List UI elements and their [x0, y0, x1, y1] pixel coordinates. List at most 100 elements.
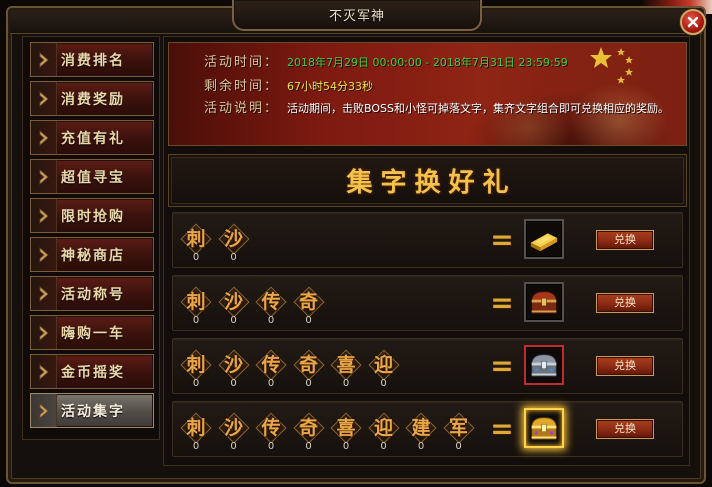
character-glyph: 传	[261, 417, 281, 439]
chevron-right-icon	[31, 277, 57, 310]
character-badge: 沙0	[217, 402, 251, 456]
character-badge: 沙0	[217, 339, 251, 393]
window-title-tab: 不灭军神	[232, 0, 482, 31]
character-badge: 刺0	[179, 213, 213, 267]
character-count: 0	[192, 252, 200, 263]
character-count: 0	[305, 441, 312, 452]
event-description-value: 活动期间，击败BOSS和小怪可掉落文字，集齐文字组合即可兑换相应的奖励。	[287, 102, 669, 115]
sidebar-item-treasure-hunt[interactable]: 超值寻宝	[30, 159, 154, 194]
exchange-row: 刺 0 沙 0 传 0 奇 0 喜 0 迎 0 = 兑换	[172, 338, 683, 394]
golden-treasure-chest-icon	[527, 411, 561, 445]
character-glyph: 喜	[336, 354, 356, 376]
sidebar-item-collect-characters[interactable]: 活动集字	[30, 393, 154, 428]
reward-item-slot[interactable]	[524, 408, 564, 448]
section-title: 集字换好礼	[346, 168, 517, 198]
character-glyph: 传	[261, 354, 281, 376]
sidebar-item-flash-sale[interactable]: 限时抢购	[30, 198, 154, 233]
character-count: 0	[230, 378, 237, 389]
character-badge: 军0	[442, 402, 476, 456]
equals-sign: =	[490, 349, 514, 382]
equals-sign: =	[490, 223, 514, 256]
chevron-right-icon	[31, 43, 57, 76]
close-button[interactable]	[680, 9, 706, 35]
flag-stars-decoration	[590, 47, 633, 84]
sidebar-item-label: 充值有礼	[61, 130, 125, 147]
chevron-right-icon	[31, 316, 57, 349]
sidebar-item-label: 消费奖励	[61, 91, 125, 108]
character-count: 0	[192, 315, 200, 326]
character-badge: 刺0	[179, 276, 213, 330]
exchange-button[interactable]: 兑换	[596, 356, 654, 376]
character-badge: 沙0	[217, 276, 251, 330]
sidebar-item-label: 消费排名	[61, 52, 125, 69]
character-glyph: 沙	[223, 417, 243, 439]
character-badge: 刺0	[179, 339, 213, 393]
remaining-time-label: 剩余时间：	[204, 79, 280, 94]
sidebar-item-recharge-gifts[interactable]: 充值有礼	[30, 120, 154, 155]
exchange-list: 刺 0 沙 0 = 兑换刺 0 沙 0 传 0 奇 0 = 兑换刺 0 沙 0 传 0 奇 0 喜 0 迎 0 = 兑换刺 0 沙 0 传 0 奇…	[172, 212, 683, 457]
reward-item-slot[interactable]	[524, 345, 564, 385]
silver-treasure-chest-icon	[527, 348, 561, 382]
sidebar-item-label: 神秘商店	[61, 247, 125, 264]
sidebar-item-event-titles[interactable]: 活动称号	[30, 276, 154, 311]
sidebar-item-mystery-shop[interactable]: 神秘商店	[30, 237, 154, 272]
exchange-button[interactable]: 兑换	[596, 230, 654, 250]
character-count: 0	[192, 378, 200, 389]
exchange-row: 刺 0 沙 0 传 0 奇 0 = 兑换	[172, 275, 683, 331]
sidebar-item-label: 嗨购一车	[61, 325, 125, 342]
sidebar-item-spending-ranking[interactable]: 消费排名	[30, 42, 154, 77]
exchange-button[interactable]: 兑换	[596, 419, 654, 439]
character-count: 0	[192, 441, 200, 452]
sidebar-item-shopping-spree[interactable]: 嗨购一车	[30, 315, 154, 350]
equals-sign: =	[490, 286, 514, 319]
red-treasure-chest-icon	[527, 285, 561, 319]
sidebar-item-label: 超值寻宝	[61, 169, 125, 186]
character-glyph: 奇	[298, 291, 318, 313]
character-glyph: 传	[261, 291, 281, 313]
chevron-right-icon	[31, 121, 57, 154]
character-badge: 建0	[404, 402, 438, 456]
character-count: 0	[230, 252, 237, 263]
event-time-label: 活动时间：	[204, 55, 280, 70]
sidebar-item-label: 活动称号	[61, 286, 125, 303]
character-badge: 沙0	[217, 213, 251, 267]
character-badge: 奇0	[292, 276, 326, 330]
character-glyph: 迎	[373, 354, 393, 376]
exchange-row: 刺 0 沙 0 = 兑换	[172, 212, 683, 268]
character-count: 0	[305, 315, 312, 326]
character-badge: 传0	[254, 402, 288, 456]
character-glyph: 奇	[298, 417, 318, 439]
event-description-label: 活动说明：	[204, 101, 280, 116]
exchange-button[interactable]: 兑换	[596, 293, 654, 313]
equals-sign: =	[490, 412, 514, 445]
remaining-time-value: 67小时54分33秒	[287, 80, 373, 93]
character-count: 0	[267, 441, 275, 452]
character-badge: 奇0	[292, 339, 326, 393]
character-glyph: 沙	[223, 291, 243, 313]
character-glyph: 奇	[298, 354, 318, 376]
character-count: 0	[342, 441, 350, 452]
character-glyph: 建	[411, 417, 431, 439]
character-badge: 奇0	[292, 402, 326, 456]
sidebar-menu: 消费排名 消费奖励 充值有礼 超值寻宝 限时抢购 神秘商店 活动称号 嗨购一车 …	[30, 42, 154, 428]
character-count: 0	[455, 441, 462, 452]
gold-bar-icon	[527, 222, 561, 256]
reward-item-slot[interactable]	[524, 219, 564, 259]
character-count: 0	[230, 441, 237, 452]
chevron-right-icon	[31, 238, 57, 271]
character-badge: 喜0	[329, 339, 363, 393]
event-info-banner: 活动时间： 2018年7月29日 00:00:00 - 2018年7月31日 2…	[168, 42, 687, 146]
character-glyph: 军	[448, 417, 468, 439]
character-badge: 迎0	[367, 339, 401, 393]
sidebar-item-gold-lottery[interactable]: 金币摇奖	[30, 354, 154, 389]
reward-item-slot[interactable]	[524, 282, 564, 322]
sidebar-item-spending-rewards[interactable]: 消费奖励	[30, 81, 154, 116]
character-badge: 刺0	[179, 402, 213, 456]
chevron-right-icon	[31, 160, 57, 193]
close-icon	[687, 16, 699, 28]
chevron-right-icon	[31, 394, 57, 427]
character-count: 0	[380, 378, 387, 389]
character-glyph: 刺	[186, 228, 206, 250]
character-badge: 传0	[254, 339, 288, 393]
chevron-right-icon	[31, 82, 57, 115]
